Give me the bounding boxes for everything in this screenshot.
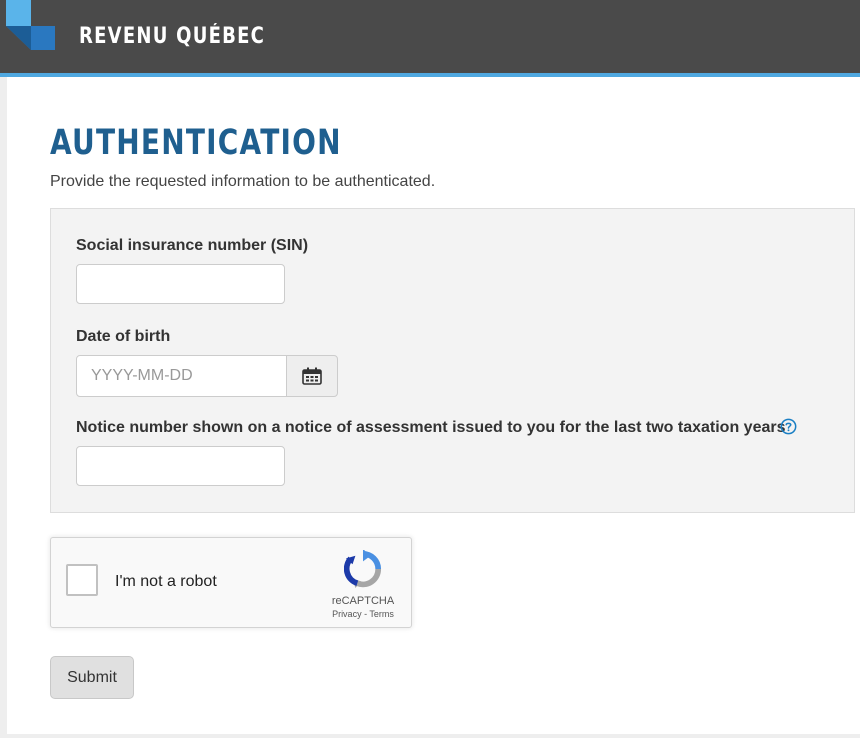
sin-label: Social insurance number (SIN)	[76, 237, 309, 254]
recaptcha-links: Privacy - Terms	[313, 609, 413, 620]
recaptcha-widget: I'm not a robot reCAPTCHA Privacy - Term…	[50, 537, 412, 628]
revenu-quebec-logo-icon	[6, 0, 55, 50]
left-border	[0, 77, 7, 738]
intro-text: Provide the requested information to be …	[50, 173, 436, 190]
calendar-button[interactable]	[286, 355, 338, 397]
date-of-birth-label: Date of birth	[76, 328, 171, 345]
authentication-form: Social insurance number (SIN) Date of bi…	[50, 208, 855, 513]
notice-number-input[interactable]	[76, 446, 285, 486]
recaptcha-label: I'm not a robot	[115, 573, 217, 590]
recaptcha-logo-icon	[344, 550, 382, 588]
sin-input[interactable]	[76, 264, 285, 304]
calendar-icon	[302, 367, 322, 385]
recaptcha-brand: reCAPTCHA	[331, 595, 395, 607]
banner-accent-line	[0, 73, 860, 77]
date-of-birth-group	[76, 355, 338, 397]
recaptcha-checkbox[interactable]	[66, 564, 98, 596]
recaptcha-terms-link[interactable]: Terms	[369, 609, 394, 619]
brand-name: REVENU QUÉBEC	[79, 24, 266, 49]
bottom-border	[7, 734, 860, 738]
submit-button[interactable]: Submit	[50, 656, 134, 699]
question-circle-icon[interactable]	[780, 418, 797, 435]
recaptcha-privacy-link[interactable]: Privacy	[332, 609, 362, 619]
top-banner: REVENU QUÉBEC	[0, 0, 860, 73]
notice-number-label: Notice number shown on a notice of asses…	[76, 419, 786, 436]
date-of-birth-input[interactable]	[76, 355, 287, 397]
page-title: AUTHENTICATION	[50, 123, 342, 163]
